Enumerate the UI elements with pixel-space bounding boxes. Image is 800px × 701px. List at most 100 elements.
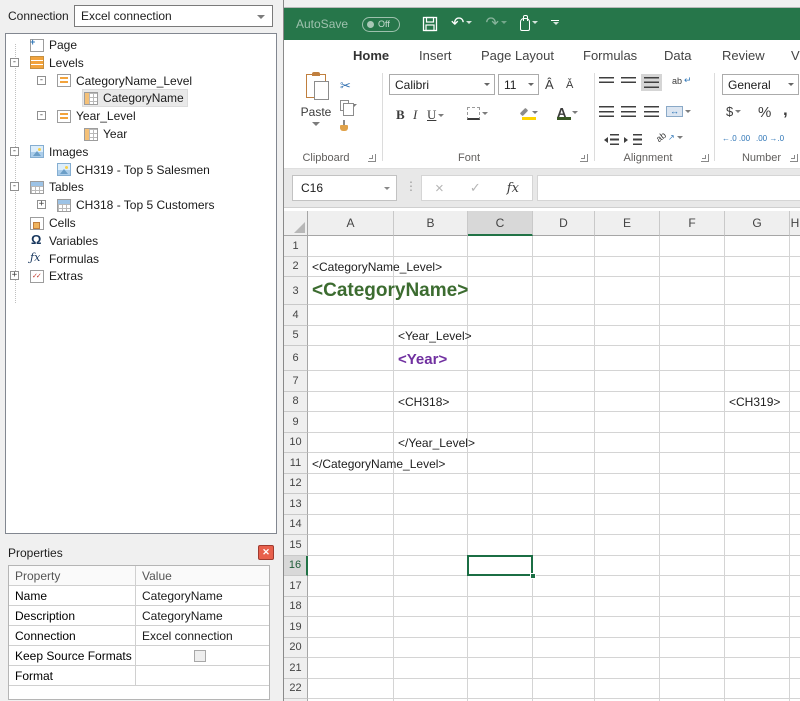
increase-font-size-button[interactable]: Â xyxy=(545,77,554,92)
merge-center-button[interactable]: ↔ xyxy=(666,106,691,117)
cell-E11[interactable] xyxy=(595,453,660,474)
cell-G16[interactable] xyxy=(725,556,790,577)
cell-F20[interactable] xyxy=(660,638,725,659)
tab-insert[interactable]: Insert xyxy=(419,48,452,68)
row-header-14[interactable]: 14 xyxy=(284,515,308,536)
top-align-button[interactable] xyxy=(599,77,614,84)
cell-C19[interactable] xyxy=(468,617,533,638)
cell-E14[interactable] xyxy=(595,515,660,536)
cell-E1[interactable] xyxy=(595,236,660,257)
collapse-icon[interactable]: - xyxy=(10,182,19,191)
row-header-22[interactable]: 22 xyxy=(284,679,308,700)
tab-page-layout[interactable]: Page Layout xyxy=(481,48,554,68)
expand-icon[interactable]: + xyxy=(10,271,19,280)
align-right-button[interactable] xyxy=(644,106,659,117)
comma-button[interactable]: , xyxy=(783,100,788,120)
property-value[interactable]: Excel connection xyxy=(136,626,269,645)
row-header-5[interactable]: 5 xyxy=(284,326,308,347)
cell-F22[interactable] xyxy=(660,679,725,700)
cell-G6[interactable] xyxy=(725,346,790,371)
property-value[interactable] xyxy=(136,646,269,665)
tree-node[interactable]: Images xyxy=(29,144,91,160)
cell-A20[interactable] xyxy=(308,638,394,659)
cell-A12[interactable] xyxy=(308,474,394,495)
tree-item-ch319-top-5-salesmen[interactable]: CH319 - Top 5 Salesmen xyxy=(6,162,276,179)
column-header-e[interactable]: E xyxy=(595,211,660,236)
cell-G3[interactable] xyxy=(725,277,790,305)
cell-G18[interactable] xyxy=(725,597,790,618)
cell-D6[interactable] xyxy=(533,346,595,371)
cell-H10[interactable] xyxy=(790,433,800,454)
cell-C22[interactable] xyxy=(468,679,533,700)
cell-B17[interactable] xyxy=(394,576,468,597)
tree-node[interactable]: Levels xyxy=(29,55,87,71)
row-header-12[interactable]: 12 xyxy=(284,474,308,495)
cell-D12[interactable] xyxy=(533,474,595,495)
row-header-7[interactable]: 7 xyxy=(284,371,308,392)
cell-A10[interactable] xyxy=(308,433,394,454)
cell-H12[interactable] xyxy=(790,474,800,495)
cell-G7[interactable] xyxy=(725,371,790,392)
row-header-16[interactable]: 16 xyxy=(284,556,308,577)
cell-D3[interactable] xyxy=(533,277,595,305)
cell-C8[interactable] xyxy=(468,392,533,413)
cell-A15[interactable] xyxy=(308,535,394,556)
cell-D14[interactable] xyxy=(533,515,595,536)
cell-F14[interactable] xyxy=(660,515,725,536)
cell-G2[interactable] xyxy=(725,257,790,278)
insert-function-icon[interactable]: fx xyxy=(507,181,519,196)
cell-C11[interactable] xyxy=(468,453,533,474)
cell-G10[interactable] xyxy=(725,433,790,454)
cell-D22[interactable] xyxy=(533,679,595,700)
cell-B18[interactable] xyxy=(394,597,468,618)
tree-node[interactable]: Year_Level xyxy=(56,108,139,124)
cell-F5[interactable] xyxy=(660,326,725,347)
cell-E8[interactable] xyxy=(595,392,660,413)
tree-item-cells[interactable]: Cells xyxy=(6,215,276,232)
customize-qat-button[interactable] xyxy=(551,20,559,28)
cell-A5[interactable] xyxy=(308,326,394,347)
select-all-corner[interactable] xyxy=(284,211,308,236)
row-header-4[interactable]: 4 xyxy=(284,305,308,326)
align-center-button[interactable] xyxy=(621,106,636,117)
number-format-combo[interactable]: General xyxy=(722,74,799,95)
cell-G9[interactable] xyxy=(725,412,790,433)
cell-G21[interactable] xyxy=(725,658,790,679)
cell-F3[interactable] xyxy=(660,277,725,305)
cell-G19[interactable] xyxy=(725,617,790,638)
tree-item-formulas[interactable]: Formulas xyxy=(6,251,276,268)
cell-D2[interactable] xyxy=(533,257,595,278)
cell-F8[interactable] xyxy=(660,392,725,413)
cell-B20[interactable] xyxy=(394,638,468,659)
cell-E18[interactable] xyxy=(595,597,660,618)
connection-dropdown[interactable]: Excel connection xyxy=(74,5,273,27)
cell-H13[interactable] xyxy=(790,494,800,515)
tab-review[interactable]: Review xyxy=(722,48,765,68)
row-header-2[interactable]: 2 xyxy=(284,257,308,278)
cell-D4[interactable] xyxy=(533,305,595,326)
collapse-icon[interactable]: - xyxy=(10,147,19,156)
cell-B15[interactable] xyxy=(394,535,468,556)
cell-E20[interactable] xyxy=(595,638,660,659)
cell-F6[interactable] xyxy=(660,346,725,371)
row-header-19[interactable]: 19 xyxy=(284,617,308,638)
row-header-15[interactable]: 15 xyxy=(284,535,308,556)
cell-B9[interactable] xyxy=(394,412,468,433)
cell-G13[interactable] xyxy=(725,494,790,515)
cell-F21[interactable] xyxy=(660,658,725,679)
column-header-g[interactable]: G xyxy=(725,211,790,236)
autosave-toggle[interactable]: Off xyxy=(362,17,400,32)
cell-A17[interactable] xyxy=(308,576,394,597)
cell-H6[interactable] xyxy=(790,346,800,371)
collapse-icon[interactable]: - xyxy=(37,76,46,85)
bold-button[interactable]: B xyxy=(396,107,405,123)
cell-H1[interactable] xyxy=(790,236,800,257)
cell-E5[interactable] xyxy=(595,326,660,347)
tab-view[interactable]: View xyxy=(791,48,800,68)
middle-align-button[interactable] xyxy=(621,77,636,86)
tree-item-images[interactable]: - Images xyxy=(6,144,276,161)
cell-B4[interactable] xyxy=(394,305,468,326)
tree-node[interactable]: Extras xyxy=(29,268,86,284)
cell-B16[interactable] xyxy=(394,556,468,577)
cell-B13[interactable] xyxy=(394,494,468,515)
